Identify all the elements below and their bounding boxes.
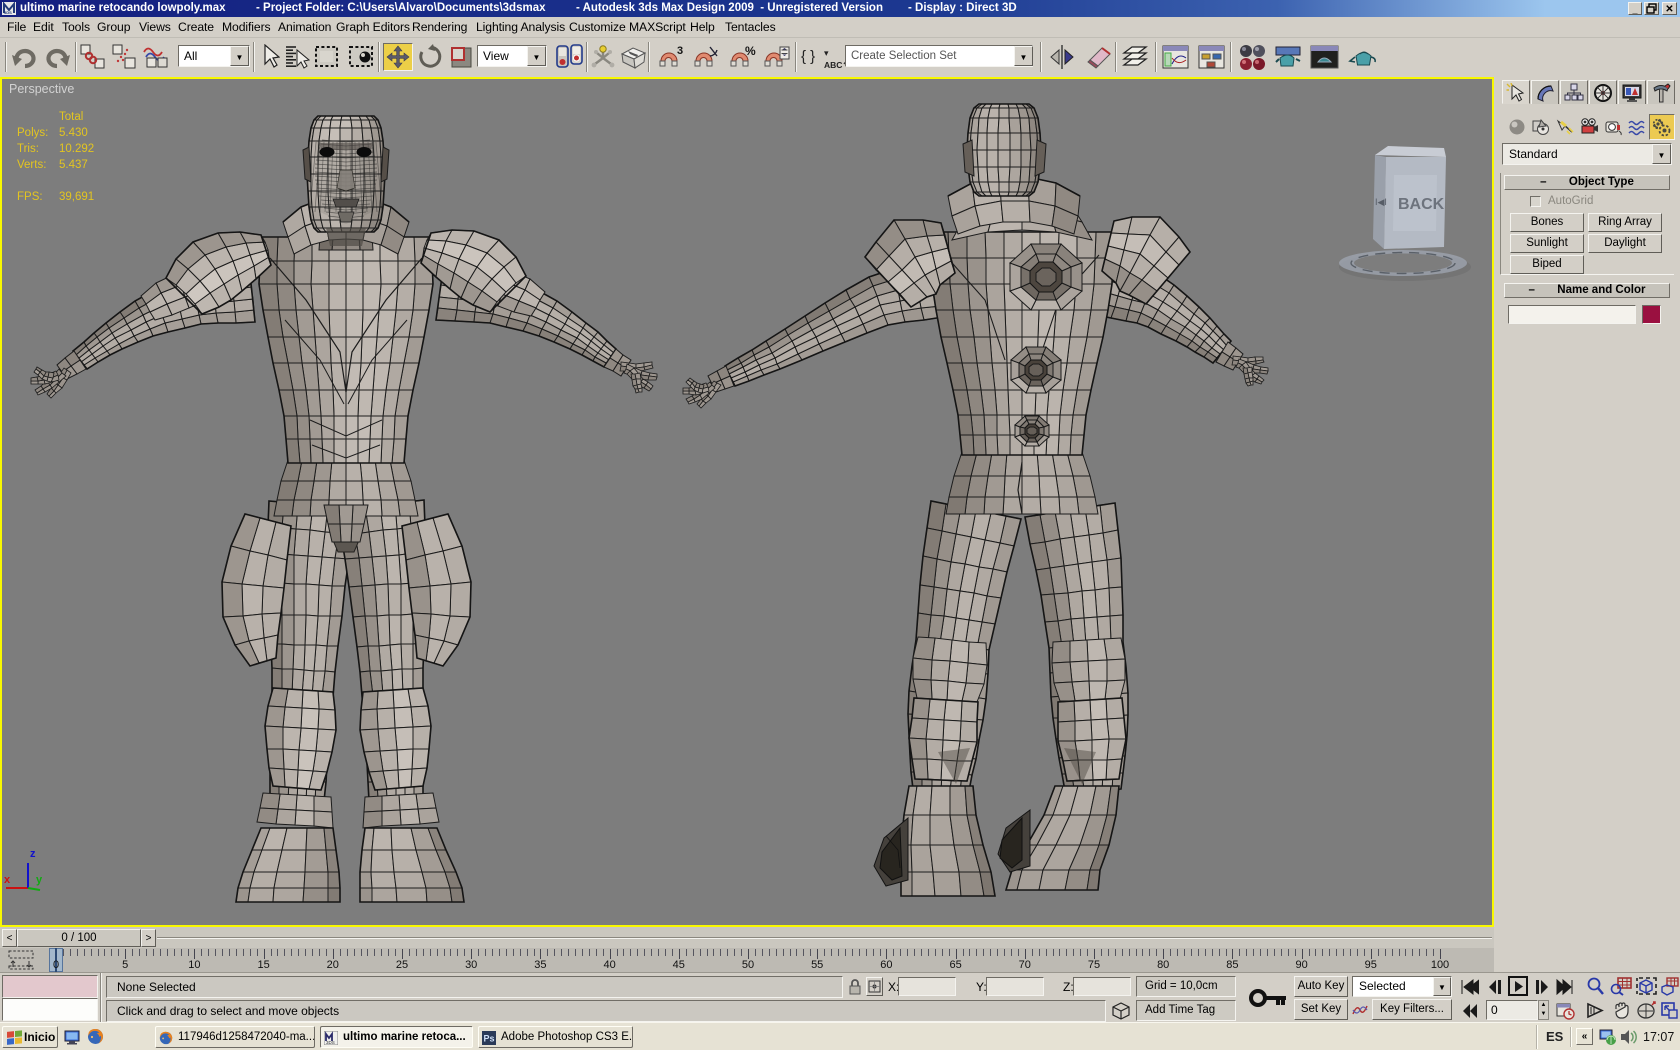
svg-text:x: x: [4, 874, 11, 886]
svg-text:z: z: [30, 848, 36, 860]
svg-text:y: y: [36, 874, 43, 886]
svg-text:Ps: Ps: [484, 1034, 495, 1044]
svg-text:3DS: 3DS: [326, 1040, 335, 1045]
svg-text:I◀I: I◀I: [1375, 197, 1387, 207]
svg-text:BACK: BACK: [1398, 196, 1445, 213]
